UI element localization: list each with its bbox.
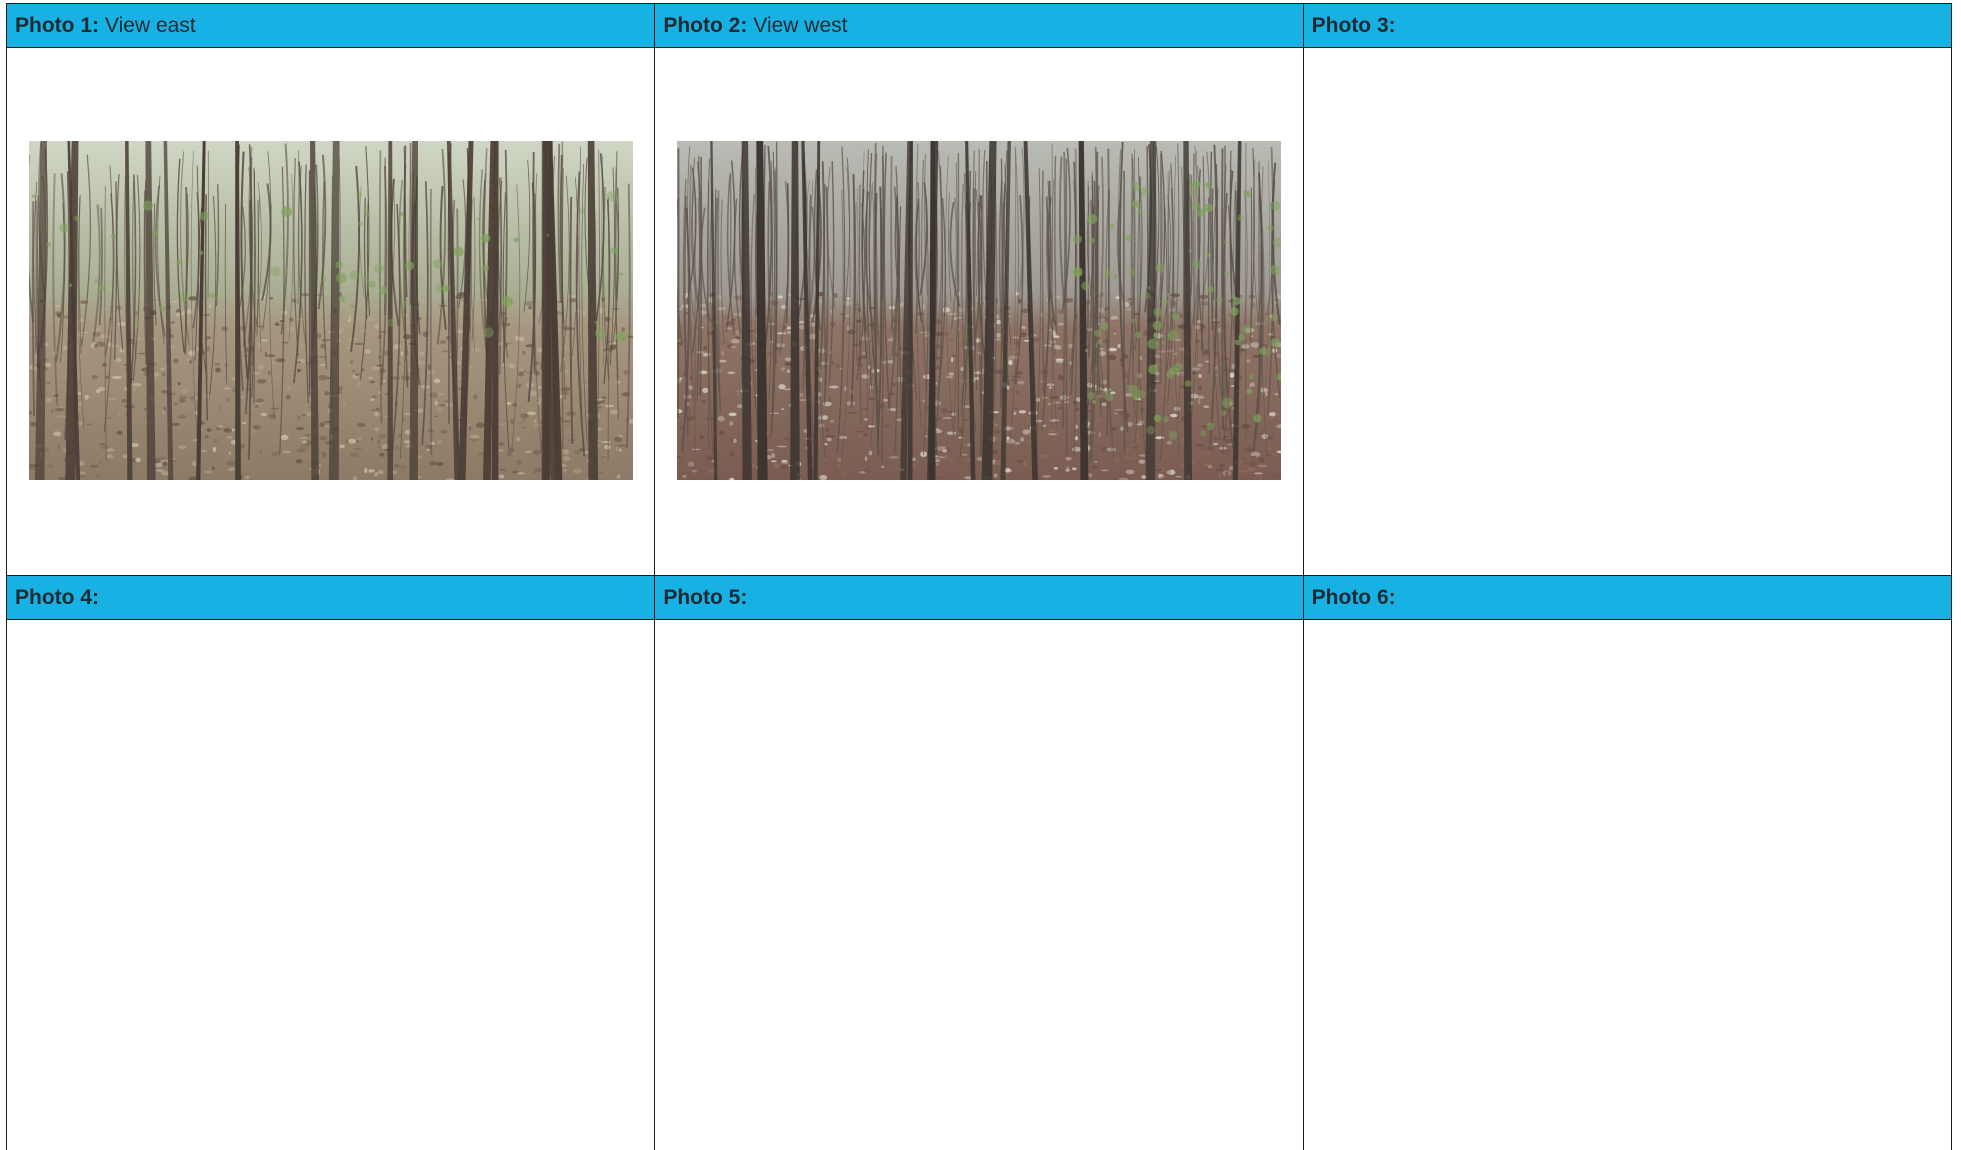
photo-row-2: Photo 4: Photo 5: Photo 6: — [7, 575, 1952, 1150]
photo-cell-5: Photo 5: — [655, 575, 1304, 1150]
photo-label-2: Photo 2: — [663, 13, 748, 37]
photo-body-1 — [7, 48, 655, 575]
photo-header-5: Photo 5: — [655, 575, 1303, 620]
photo-caption-1: View east — [105, 13, 196, 37]
photo-header-3: Photo 3: — [1303, 3, 1951, 48]
photo-body-3 — [1303, 48, 1951, 575]
photo-body-5 — [655, 620, 1303, 1150]
photo-header-4: Photo 4: — [7, 575, 655, 620]
photo-log-table: Photo 1: View east Photo 2: View west Ph… — [6, 3, 1952, 1150]
photo-cell-6: Photo 6: — [1303, 575, 1952, 1150]
photo-label-5: Photo 5: — [663, 585, 748, 609]
photo-cell-1: Photo 1: View east — [7, 3, 656, 575]
photo-body-4 — [7, 620, 655, 1150]
forest-photo-west — [677, 141, 1282, 480]
photo-row-1: Photo 1: View east Photo 2: View west Ph… — [7, 3, 1952, 575]
photo-header-6: Photo 6: — [1303, 575, 1951, 620]
photo-header-2: Photo 2: View west — [655, 3, 1303, 48]
photo-body-6 — [1303, 620, 1951, 1150]
forest-photo-east-image — [29, 141, 633, 480]
photo-label-6: Photo 6: — [1311, 585, 1396, 609]
forest-photo-west-image — [677, 141, 1282, 480]
photo-body-2 — [655, 48, 1303, 575]
photo-caption-2: View west — [753, 13, 848, 37]
photo-cell-2: Photo 2: View west — [655, 3, 1304, 575]
photo-cell-4: Photo 4: — [7, 575, 656, 1150]
photo-label-1: Photo 1: — [15, 13, 99, 37]
forest-photo-east — [29, 141, 633, 480]
photo-cell-3: Photo 3: — [1303, 3, 1952, 575]
photo-label-4: Photo 4: — [15, 585, 99, 609]
photo-label-3: Photo 3: — [1311, 13, 1396, 37]
photo-header-1: Photo 1: View east — [7, 3, 655, 48]
